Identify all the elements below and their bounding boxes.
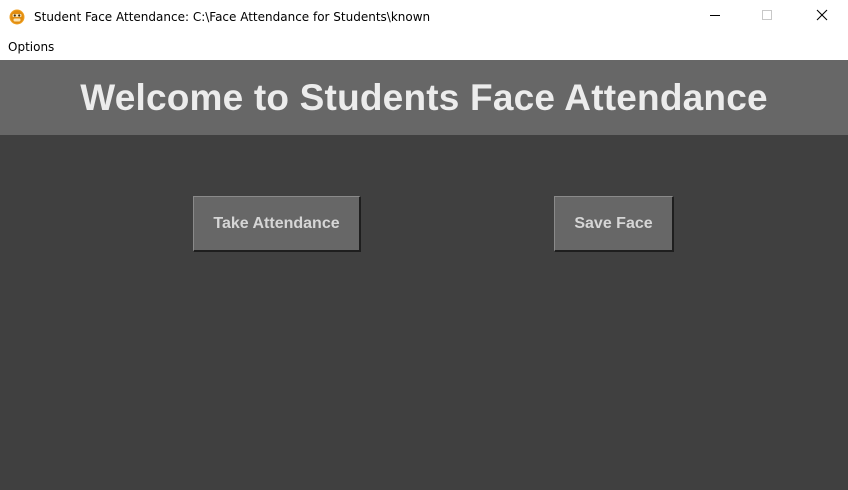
- title-bar[interactable]: Student Face Attendance: C:\Face Attenda…: [0, 0, 848, 34]
- minimize-icon: [709, 8, 721, 26]
- close-button[interactable]: [799, 0, 845, 34]
- window-title: Student Face Attendance: C:\Face Attenda…: [34, 10, 431, 24]
- main-panel: Take Attendance Save Face: [0, 135, 848, 490]
- menu-bar: Options: [0, 34, 848, 60]
- maximize-button[interactable]: [744, 0, 790, 34]
- save-face-button[interactable]: Save Face: [554, 196, 674, 252]
- close-icon: [816, 8, 828, 26]
- menu-options[interactable]: Options: [8, 39, 54, 55]
- header-banner: Welcome to Students Face Attendance: [0, 60, 848, 135]
- minimize-button[interactable]: [692, 0, 738, 34]
- page-title: Welcome to Students Face Attendance: [80, 76, 768, 118]
- maximize-icon: [761, 8, 773, 26]
- take-attendance-button[interactable]: Take Attendance: [193, 196, 361, 252]
- owl-face-icon: [9, 9, 25, 25]
- app-window: Student Face Attendance: C:\Face Attenda…: [0, 0, 848, 490]
